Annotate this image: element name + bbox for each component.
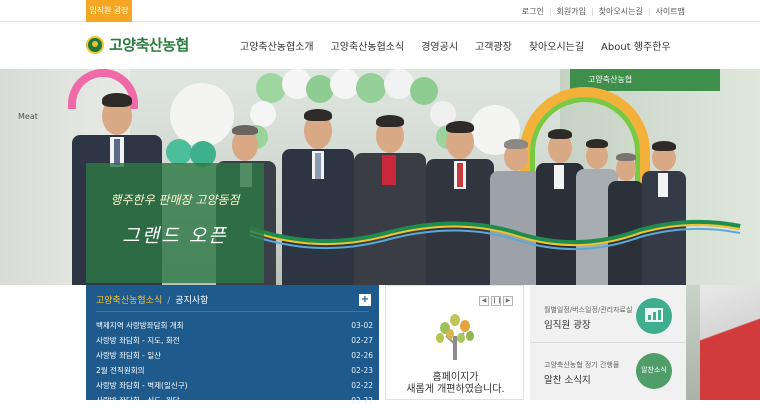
news-board: 고양축산농협소식 / 공지사항 + 백제지역 사랑방좌담회 개최 03-02 사랑방… <box>86 285 379 405</box>
hero-caption-box[interactable]: 행주한우 판매장 고양동점 그랜드 오픈 <box>86 163 264 283</box>
newsletter-badge: 알찬소식 <box>641 366 667 374</box>
quick-links: 월별일정/버스일정/관리자료실 임직원 광장 고양축산농협 정기 간행물 알찬 … <box>530 285 686 400</box>
signup-link[interactable]: 회원가입 <box>552 6 591 17</box>
list-item-title: 사랑방 좌담회 - 벽제(일신구) <box>96 381 188 390</box>
nav-item-directions[interactable]: 찾아오시는길 <box>529 38 584 53</box>
logo-emblem-icon <box>86 35 104 54</box>
tab-news[interactable]: 고양축산농협소식 <box>96 296 162 306</box>
meat-sign: Meat <box>18 112 38 121</box>
quick-card-staff-desc: 월별일정/버스일정/관리자료실 <box>544 306 633 314</box>
main-navigation: 고양축산농협소개 고양축산농협소식 경영공시 고객광장 찾아오시는길 About… <box>240 38 671 53</box>
list-item-date: 02-22 <box>351 396 373 405</box>
popup-message-line2: 새롭게 개편하였습니다. <box>406 384 505 395</box>
list-item[interactable]: 2월 전직원회의 02-23 <box>96 363 373 378</box>
popup-pause-button[interactable]: ❙❙ <box>491 296 502 306</box>
list-item-title: 사랑방 좌담회 - 지도, 화전 <box>96 336 180 345</box>
site-header: 고양축산농협 고양축산농협소개 고양축산농협소식 경영공시 고객광장 찾아오시는… <box>0 22 760 69</box>
quick-card-newsletter-title: 알찬 소식지 <box>544 375 591 386</box>
list-item[interactable]: 백제지역 사랑방좌담회 개최 03-02 <box>96 318 373 333</box>
staff-chart-icon <box>636 298 672 334</box>
quick-card-staff-title: 임직원 광장 <box>544 320 591 331</box>
tab-separator: / <box>167 296 171 306</box>
login-link[interactable]: 로그인 <box>517 6 549 17</box>
quick-card-newsletter[interactable]: 고양축산농협 정기 간행물 알찬 소식지 알찬소식 <box>530 343 686 400</box>
list-item-date: 02-23 <box>351 366 373 375</box>
list-item-date: 02-22 <box>351 381 373 390</box>
sitemap-link[interactable]: 사이트맵 <box>651 6 690 17</box>
quick-card-newsletter-desc: 고양축산농협 정기 간행물 <box>544 361 620 369</box>
tab-notice[interactable]: 공지사항 <box>175 296 208 306</box>
nav-item-disclosure[interactable]: 경영공시 <box>421 38 458 53</box>
news-board-tabs: 고양축산농협소식 / 공지사항 <box>96 293 208 306</box>
quick-card-staff[interactable]: 월별일정/버스일정/관리자료실 임직원 광장 <box>530 285 686 342</box>
popup-prev-button[interactable]: ◀ <box>479 296 489 306</box>
list-item-title: 사랑방 좌담회 - 일산 <box>96 351 162 360</box>
top-utility-bar: 임직원 광장 로그인 | 회원가입 | 찾아오시는길 | 사이트맵 <box>0 0 760 22</box>
site-logo[interactable]: 고양축산농협 <box>86 34 189 55</box>
list-item-title: 사랑방 좌담회 - 신도, 원당 <box>96 396 180 405</box>
directions-link[interactable]: 찾아오시는길 <box>594 6 648 17</box>
list-item[interactable]: 사랑방 좌담회 - 지도, 화전 02-27 <box>96 333 373 348</box>
news-list: 백제지역 사랑방좌담회 개최 03-02 사랑방 좌담회 - 지도, 화전 02… <box>96 318 373 408</box>
list-item[interactable]: 사랑방 좌담회 - 벽제(일신구) 02-22 <box>96 378 373 393</box>
nav-item-about[interactable]: 고양축산농협소개 <box>240 38 314 53</box>
list-item-date: 03-02 <box>351 321 373 330</box>
list-item-date: 02-26 <box>351 351 373 360</box>
popup-next-button[interactable]: ▶ <box>503 296 513 306</box>
tree-icon <box>436 314 474 360</box>
newsletter-icon: 알찬소식 <box>636 353 672 389</box>
popup-controls: ◀ ❙❙ ▶ <box>477 296 513 306</box>
list-item-title: 2월 전직원회의 <box>96 366 145 375</box>
utility-links: 로그인 | 회원가입 | 찾아오시는길 | 사이트맵 <box>517 0 690 22</box>
list-item-title: 백제지역 사랑방좌담회 개최 <box>96 321 184 330</box>
staff-plaza-tab[interactable]: 임직원 광장 <box>86 0 132 22</box>
list-item[interactable]: 사랑방 좌담회 - 일산 02-26 <box>96 348 373 363</box>
news-board-divider <box>96 311 369 312</box>
list-item-date: 02-27 <box>351 336 373 345</box>
nav-item-news[interactable]: 고양축산농협소식 <box>331 38 405 53</box>
list-item[interactable]: 사랑방 좌담회 - 신도, 원당 02-22 <box>96 393 373 408</box>
nav-item-hanwoo[interactable]: About 행주한우 <box>601 38 671 53</box>
logo-text: 고양축산농협 <box>109 36 189 54</box>
popup-message-line1: 홈페이지가 <box>432 372 479 383</box>
hero-caption-line1: 행주한우 판매장 고양동점 <box>110 193 240 207</box>
nav-item-customer[interactable]: 고객광장 <box>475 38 512 53</box>
more-button[interactable]: + <box>359 294 371 306</box>
red-carpet <box>700 285 760 400</box>
hero-caption-line2: 그랜드 오픈 <box>122 225 228 247</box>
popup-message[interactable]: 홈페이지가 새롭게 개편하였습니다. <box>386 372 525 396</box>
popup-zone: ◀ ❙❙ ▶ 홈페이지가 새롭게 개편하였습니다. <box>385 285 524 400</box>
